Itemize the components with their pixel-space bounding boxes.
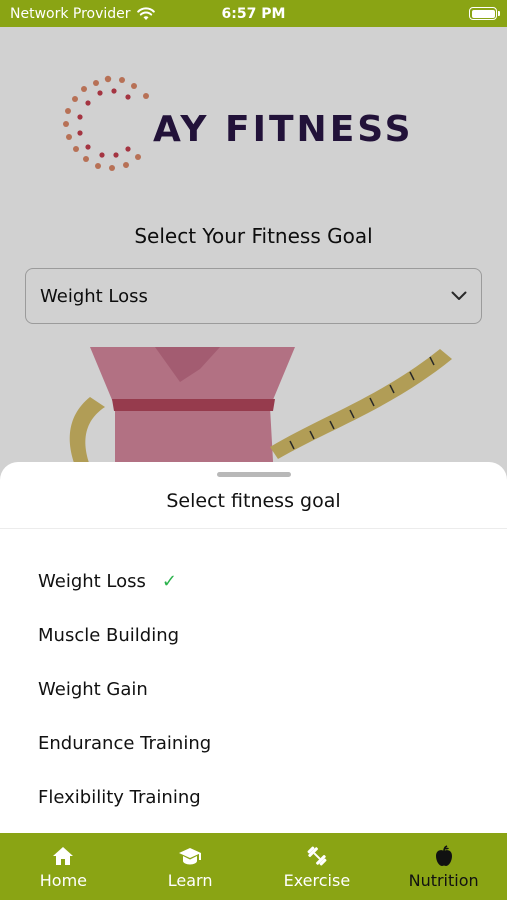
goal-option-weight-gain[interactable]: Weight Gain [0,662,507,716]
tab-label: Learn [167,870,213,890]
tab-home[interactable]: Home [0,833,127,900]
goal-option-label: Flexibility Training [38,786,201,808]
checkmark-icon: ✓ [161,570,178,592]
tab-label: Home [39,870,87,890]
status-left: Network Provider [10,6,155,22]
tab-label: Exercise [283,870,351,890]
dumbbell-icon [307,846,327,865]
app-screen: Network Provider 6:57 PM AY FITNESS Sele… [0,0,507,900]
apple-icon [435,844,452,866]
tab-bar: Home Learn Exercise Nutrition [0,833,507,900]
goal-options-list: Weight Loss ✓ Muscle Building Weight Gai… [0,554,507,824]
goal-option-label: Weight Loss [38,570,146,592]
status-bar: Network Provider 6:57 PM [0,0,507,27]
tab-learn[interactable]: Learn [127,833,254,900]
sheet-grabber[interactable] [217,472,291,477]
goal-option-label: Endurance Training [38,732,212,754]
home-icon [53,846,74,865]
goal-option-label: Weight Gain [38,678,148,700]
goal-option-endurance-training[interactable]: Endurance Training [0,716,507,770]
wifi-icon [136,7,155,20]
sheet-divider [0,528,507,529]
tab-nutrition[interactable]: Nutrition [380,833,507,900]
tab-exercise[interactable]: Exercise [254,833,381,900]
goal-option-weight-loss[interactable]: Weight Loss ✓ [0,554,507,608]
sheet-title: Select fitness goal [166,490,341,512]
battery-icon [469,7,500,20]
tab-label: Nutrition [408,870,479,890]
goal-option-muscle-building[interactable]: Muscle Building [0,608,507,662]
carrier-label: Network Provider [10,5,131,22]
goal-option-flexibility-training[interactable]: Flexibility Training [0,770,507,824]
goal-bottom-sheet: Select fitness goal Weight Loss ✓ Muscle… [0,462,507,834]
graduation-cap-icon [179,847,202,864]
goal-option-label: Muscle Building [38,624,180,646]
